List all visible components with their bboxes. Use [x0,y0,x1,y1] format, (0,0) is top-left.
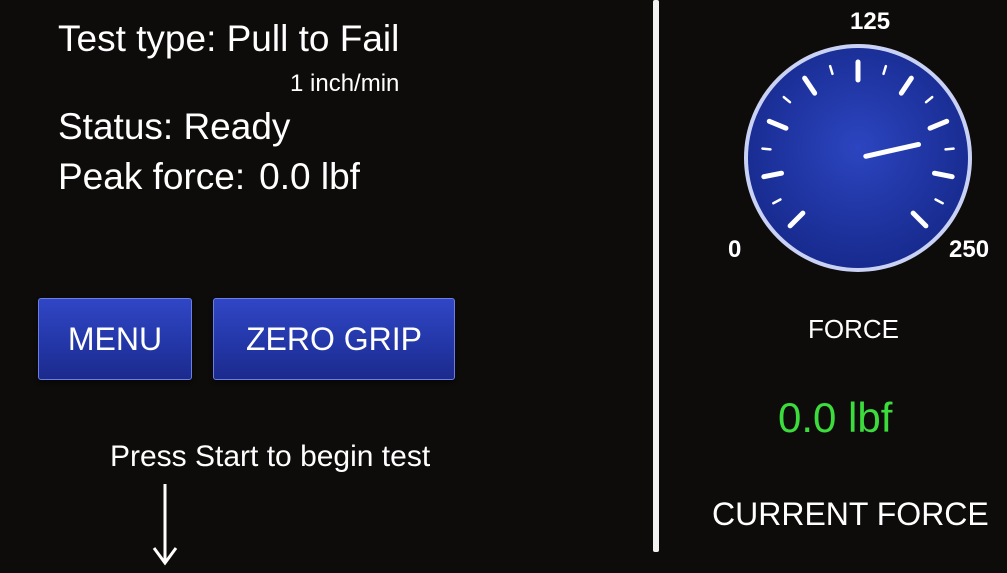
force-value: 0.0 lbf [778,394,893,441]
force-gauge [744,44,972,272]
arrow-down-icon [152,484,178,566]
screen: Test type: Pull to Fail 1 inch/min Statu… [0,0,1007,573]
gauge-tick [932,170,955,180]
gauge-tick [944,147,955,151]
test-speed: 1 inch/min [290,70,400,97]
peak-force-row: Peak force: 0.0 lbf [58,156,360,198]
gauge-tick [761,170,784,180]
test-type-label: Test type: Pull to Fail [58,18,400,59]
menu-button[interactable]: MENU [38,298,192,380]
current-force-label: CURRENT FORCE [712,496,989,532]
instruction-text: Press Start to begin test [110,440,431,473]
status-label: Status: Ready [58,106,291,147]
zero-grip-button[interactable]: ZERO GRIP [213,298,455,380]
force-label: FORCE [808,314,899,344]
peak-force-value: 0.0 lbf [259,156,360,197]
panel-divider [653,0,659,552]
gauge-mid-label: 125 [850,8,891,35]
peak-force-label: Peak force: [58,156,246,197]
gauge-tick [761,147,772,151]
